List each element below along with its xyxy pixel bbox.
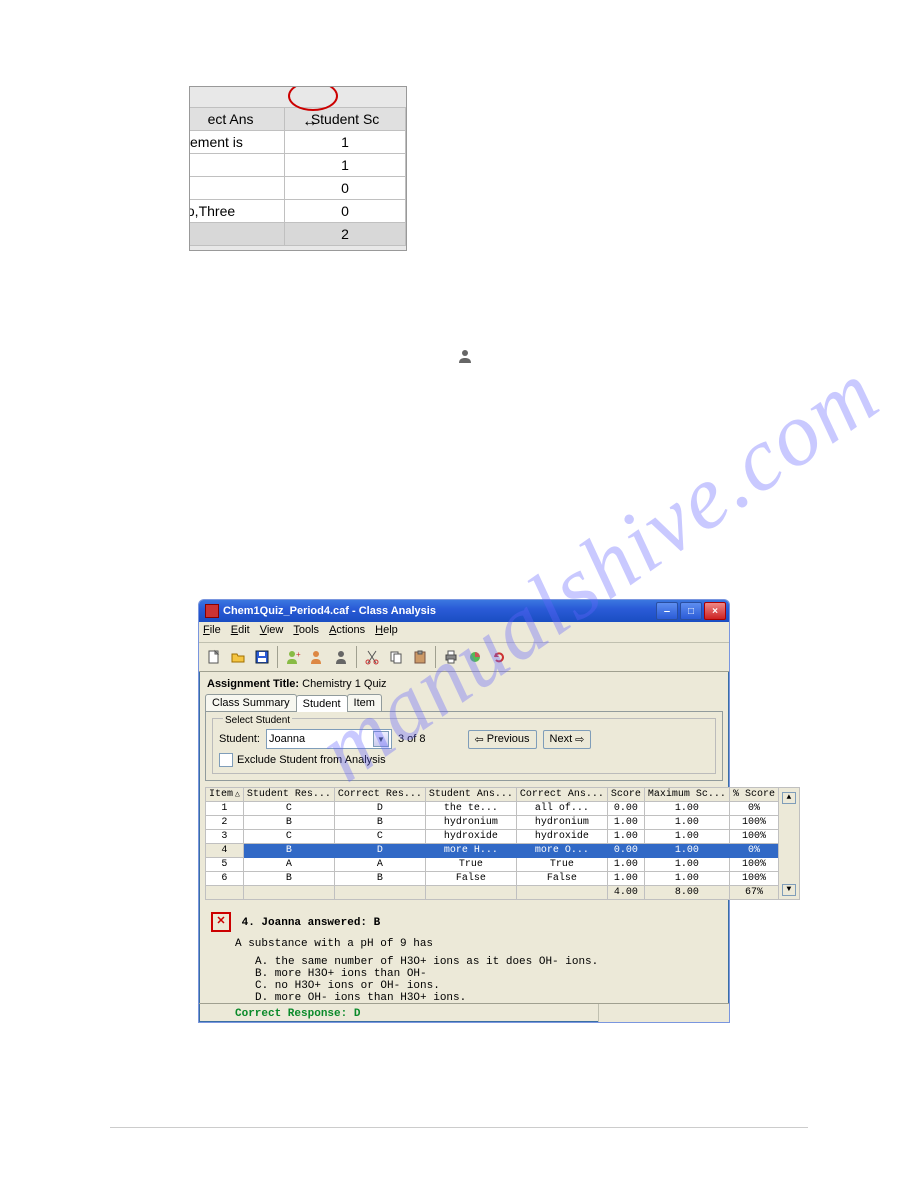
- statusbar: [199, 1003, 729, 1022]
- menu-file[interactable]: File: [203, 624, 221, 642]
- copy-icon[interactable]: [385, 646, 407, 668]
- maximize-button[interactable]: □: [680, 602, 702, 620]
- tab-student[interactable]: Student: [296, 695, 348, 712]
- col-max-score[interactable]: Maximum Sc...: [644, 788, 729, 802]
- print-icon[interactable]: [440, 646, 462, 668]
- save-icon[interactable]: [251, 646, 273, 668]
- student-label: Student:: [219, 733, 260, 745]
- previous-button[interactable]: ⇦ Previous: [468, 730, 537, 749]
- choice-a: A. the same number of H3O+ ions as it do…: [255, 956, 717, 968]
- chevron-down-icon: ▼: [373, 731, 389, 747]
- menu-view[interactable]: View: [260, 624, 284, 642]
- exclude-label: Exclude Student from Analysis: [237, 754, 386, 766]
- grid-header-row: Item△ Student Res... Correct Res... Stud…: [206, 788, 800, 802]
- table-row[interactable]: 5AATrueTrue1.001.00100%: [206, 858, 800, 872]
- menubar: File Edit View Tools Actions Help: [199, 622, 729, 643]
- vertical-scrollbar[interactable]: ▲ ▼: [778, 788, 799, 900]
- table-row[interactable]: 1CDthe te...all of...0.001.000%: [206, 802, 800, 816]
- table-row[interactable]: 2BBhydroniumhydronium1.001.00100%: [206, 816, 800, 830]
- select-student-legend: Select Student: [223, 715, 292, 726]
- toolbar: +: [199, 643, 729, 672]
- status-pane: [598, 1004, 729, 1022]
- scroll-down-icon[interactable]: ▼: [782, 884, 796, 896]
- tab-bar: Class Summary Student Item: [205, 694, 723, 711]
- incorrect-icon: ✕: [211, 912, 231, 932]
- open-icon[interactable]: [227, 646, 249, 668]
- arrow-left-icon: ⇦: [475, 733, 484, 746]
- window-title: Chem1Quiz_Period4.caf - Class Analysis: [223, 605, 436, 617]
- menu-edit[interactable]: Edit: [231, 624, 250, 642]
- person-icon[interactable]: [330, 646, 352, 668]
- table-row[interactable]: 6BBFalseFalse1.001.00100%: [206, 872, 800, 886]
- exclude-checkbox[interactable]: [219, 753, 233, 767]
- svg-text:+: +: [296, 650, 301, 659]
- sort-asc-icon: △: [235, 790, 240, 799]
- next-button[interactable]: Next ⇨: [543, 730, 592, 749]
- student-selected: Joanna: [269, 733, 305, 745]
- student-counter: 3 of 8: [398, 733, 426, 745]
- menu-actions[interactable]: Actions: [329, 624, 365, 642]
- menu-help[interactable]: Help: [375, 624, 398, 642]
- student-tab-body: Select Student Student: Joanna ▼ 3 of 8 …: [205, 711, 723, 781]
- totals-row: 4.008.0067%: [206, 886, 800, 900]
- chart-icon[interactable]: [464, 646, 486, 668]
- col-correct-res[interactable]: Correct Res...: [334, 788, 425, 802]
- resize-cursor-icon: ↔: [302, 113, 315, 131]
- choice-c: C. no H3O+ ions or OH- ions.: [255, 980, 717, 992]
- col-correct-ans[interactable]: Correct Ans...: [516, 788, 607, 802]
- class-analysis-window: Chem1Quiz_Period4.caf - Class Analysis ‒…: [198, 599, 730, 1023]
- person-remove-icon[interactable]: [306, 646, 328, 668]
- column-resize-example: ↔ ect Ans Student Sc itement is1 1 0 /o,…: [189, 86, 407, 251]
- scroll-up-icon[interactable]: ▲: [782, 792, 796, 804]
- close-button[interactable]: ×: [704, 602, 726, 620]
- col-pct-score[interactable]: % Score: [729, 788, 778, 802]
- col-score[interactable]: Score: [607, 788, 644, 802]
- window-titlebar: Chem1Quiz_Period4.caf - Class Analysis ‒…: [199, 600, 729, 622]
- choice-b: B. more H3O+ ions than OH-: [255, 968, 717, 980]
- new-icon[interactable]: [203, 646, 225, 668]
- table-row[interactable]: 3CChydroxidehydroxide1.001.00100%: [206, 830, 800, 844]
- tab-class-summary[interactable]: Class Summary: [205, 694, 297, 711]
- select-student-group: Select Student Student: Joanna ▼ 3 of 8 …: [212, 718, 716, 774]
- minimize-button[interactable]: ‒: [656, 602, 678, 620]
- mini-table: ect Ans Student Sc itement is1 1 0 /o,Th…: [189, 107, 406, 246]
- col-student-ans[interactable]: Student Ans...: [425, 788, 516, 802]
- footer-rule: [110, 1127, 808, 1128]
- assignment-title-label: Assignment Title:: [207, 678, 299, 690]
- col-item[interactable]: Item△: [206, 788, 244, 802]
- app-icon: [205, 604, 219, 618]
- question-header: 4. Joanna answered: B: [242, 917, 381, 929]
- person-icon: [457, 348, 473, 364]
- arrow-right-icon: ⇨: [575, 733, 584, 746]
- results-grid: Item△ Student Res... Correct Res... Stud…: [205, 787, 723, 900]
- student-dropdown[interactable]: Joanna ▼: [266, 729, 392, 749]
- header-correct-ans: ect Ans: [189, 108, 285, 131]
- question-stem: A substance with a pH of 9 has: [235, 938, 717, 950]
- col-student-res[interactable]: Student Res...: [243, 788, 334, 802]
- paste-icon[interactable]: [409, 646, 431, 668]
- cut-icon[interactable]: [361, 646, 383, 668]
- assignment-title-row: Assignment Title: Chemistry 1 Quiz: [205, 676, 723, 694]
- tab-item[interactable]: Item: [347, 694, 382, 711]
- assignment-title-value: Chemistry 1 Quiz: [302, 678, 386, 690]
- person-add-icon[interactable]: +: [282, 646, 304, 668]
- menu-tools[interactable]: Tools: [293, 624, 319, 642]
- table-row-selected[interactable]: 4BDmore H...more O...0.001.000%: [206, 844, 800, 858]
- refresh-icon[interactable]: [488, 646, 510, 668]
